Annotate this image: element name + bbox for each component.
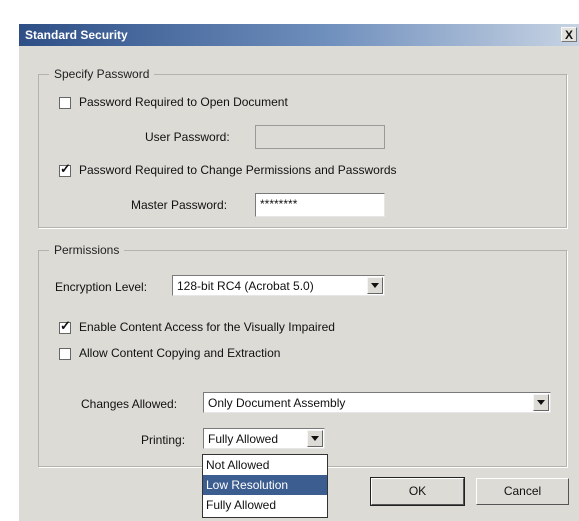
close-icon: X xyxy=(564,28,573,42)
content-copying-checkbox[interactable] xyxy=(59,348,71,360)
printing-label: Printing: xyxy=(141,433,186,447)
standard-security-dialog: Standard Security X Specify Password Pas… xyxy=(19,24,579,521)
chevron-down-icon[interactable] xyxy=(533,394,549,411)
require-open-password-checkbox[interactable] xyxy=(59,97,71,109)
title-bar[interactable]: Standard Security X xyxy=(19,24,579,46)
encryption-level-label: Encryption Level: xyxy=(55,280,148,294)
printing-option-not-allowed[interactable]: Not Allowed xyxy=(203,455,327,475)
master-password-field[interactable]: ******** xyxy=(255,193,385,217)
changes-allowed-value: Only Document Assembly xyxy=(208,396,346,410)
printing-dropdown-list: Not Allowed Low Resolution Fully Allowed xyxy=(202,454,328,518)
ok-button[interactable]: OK xyxy=(370,477,465,506)
cancel-button[interactable]: Cancel xyxy=(476,478,569,505)
checkmark-icon: ✓ xyxy=(60,318,71,333)
chevron-down-icon[interactable] xyxy=(307,430,323,447)
changes-allowed-select[interactable]: Only Document Assembly xyxy=(203,392,551,413)
specify-password-legend: Specify Password xyxy=(49,67,155,81)
printing-value: Fully Allowed xyxy=(208,432,279,446)
permissions-legend: Permissions xyxy=(49,243,125,257)
printing-option-low-resolution[interactable]: Low Resolution xyxy=(203,475,327,495)
close-button[interactable]: X xyxy=(561,27,577,42)
user-password-field[interactable] xyxy=(255,125,385,149)
visually-impaired-checkbox[interactable]: ✓ xyxy=(59,318,71,334)
visually-impaired-label[interactable]: Enable Content Access for the Visually I… xyxy=(79,320,335,334)
require-permissions-password-label[interactable]: Password Required to Change Permissions … xyxy=(79,163,397,177)
require-permissions-password-checkbox[interactable]: ✓ xyxy=(59,161,71,177)
require-open-password-label[interactable]: Password Required to Open Document xyxy=(79,95,288,109)
checkmark-icon: ✓ xyxy=(60,161,71,176)
specify-password-group: Specify Password Password Required to Op… xyxy=(38,67,567,228)
encryption-level-select[interactable]: 128-bit RC4 (Acrobat 5.0) xyxy=(172,275,385,296)
printing-option-fully-allowed[interactable]: Fully Allowed xyxy=(203,495,327,515)
encryption-level-value: 128-bit RC4 (Acrobat 5.0) xyxy=(177,279,314,293)
chevron-down-icon[interactable] xyxy=(367,277,383,294)
printing-select[interactable]: Fully Allowed xyxy=(203,428,325,449)
permissions-group: Permissions Encryption Level: 128-bit RC… xyxy=(38,243,567,467)
user-password-label: User Password: xyxy=(145,130,230,144)
master-password-label: Master Password: xyxy=(131,198,228,212)
master-password-value: ******** xyxy=(260,197,298,211)
dialog-title: Standard Security xyxy=(25,28,128,42)
changes-allowed-label: Changes Allowed: xyxy=(81,397,178,411)
content-copying-label[interactable]: Allow Content Copying and Extraction xyxy=(79,346,280,360)
